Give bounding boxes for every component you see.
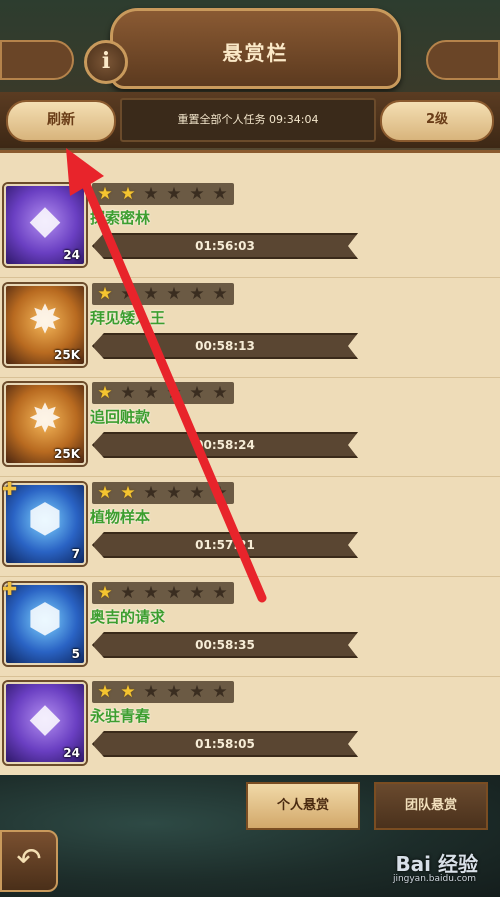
info-icon: i [101,48,111,74]
task-name: 永驻青春 [90,707,151,725]
timer-bar: 00:58:13 [92,333,358,359]
star-icon: ★ [120,184,136,204]
star-rating: ★ ★ ★ ★ ★ ★ [92,482,234,504]
star-icon: ★ [189,682,205,702]
task-time: 01:56:03 [195,239,255,253]
star-icon: ★ [189,284,205,304]
star-icon: ★ [166,682,182,702]
reward-count: 25K [54,348,80,362]
task-row[interactable]: ✚ ⬢ 5 ★ ★ ★ ★ ★ ★ 奥吉的请求 00:58:35 [0,578,500,677]
star-icon: ★ [97,184,113,204]
task-row[interactable]: ◆ 24 ★ ★ ★ ★ ★ ★ 探索密林 01:56:03 [0,179,500,278]
timer-bar: 01:56:03 [92,233,358,259]
reward-count: 5 [71,647,80,661]
task-row[interactable]: ◆ 24 ★ ★ ★ ★ ★ ★ 永驻青春 01:58:05 [0,677,500,775]
header-wing-left [0,40,74,80]
task-row[interactable]: ✸ 25K ★ ★ ★ ★ ★ ★ 追回赃款 00:58:24 [0,378,500,477]
star-icon: ★ [212,682,228,702]
star-icon: ★ [120,284,136,304]
star-icon: ★ [212,383,228,403]
tab-team-bounty[interactable]: 团队悬赏 [374,782,488,830]
star-icon: ★ [189,383,205,403]
reward-count: 24 [63,746,80,760]
refresh-button[interactable]: 刷新 [6,100,116,142]
star-rating: ★ ★ ★ ★ ★ ★ [92,382,234,404]
timer-bar: 00:58:35 [92,632,358,658]
timer-bar: 00:58:24 [92,432,358,458]
star-icon: ★ [166,483,182,503]
reward-count: 7 [71,547,80,561]
star-icon: ★ [212,583,228,603]
star-icon: ★ [143,583,159,603]
rune-stone-icon: ✚ ⬢ 7 [2,479,86,565]
star-icon: ★ [166,184,182,204]
watermark-url: jingyan.baidu.com [392,874,476,884]
star-icon: ★ [120,583,136,603]
star-icon: ★ [143,383,159,403]
star-icon: ★ [143,483,159,503]
star-rating: ★ ★ ★ ★ ★ ★ [92,183,234,205]
back-button[interactable]: ↶ [0,830,58,892]
crystal-icon: ◆ 24 [4,184,86,266]
star-icon: ★ [189,483,205,503]
star-icon: ★ [212,483,228,503]
star-icon: ★ [97,383,113,403]
star-icon: ★ [143,184,159,204]
task-time: 00:58:13 [195,339,255,353]
star-icon: ★ [97,284,113,304]
task-name: 追回赃款 [90,408,151,426]
star-rating: ★ ★ ★ ★ ★ ★ [92,582,234,604]
star-icon: ★ [97,483,113,503]
task-name: 奥吉的请求 [90,608,166,626]
level-button[interactable]: 2级 [380,100,494,142]
star-icon: ★ [120,383,136,403]
tab-personal-bounty[interactable]: 个人悬赏 [246,782,360,830]
star-icon: ★ [212,284,228,304]
watermark-brand: Bai 经验 [395,852,478,876]
reset-timer: 重置全部个人任务 09:34:04 [120,98,376,142]
title-plaque: 悬赏栏 [110,8,401,89]
task-name: 探索密林 [90,209,151,227]
task-row[interactable]: ✸ 25K ★ ★ ★ ★ ★ ★ 拜见矮人王 00:58:13 [0,279,500,378]
task-time: 00:58:35 [195,638,255,652]
star-icon: ★ [212,184,228,204]
star-icon: ★ [166,284,182,304]
rune-stone-icon: ✚ ⬢ 5 [2,579,86,665]
star-icon: ★ [120,483,136,503]
star-icon: ★ [166,583,182,603]
star-rating: ★ ★ ★ ★ ★ ★ [92,681,234,703]
task-list: ◆ 24 ★ ★ ★ ★ ★ ★ 探索密林 01:56:03 ✸ 25K ★ ★ ★ ★ ★ ★ 拜… [0,150,500,784]
star-icon: ★ [166,383,182,403]
star-icon: ★ [97,583,113,603]
task-row[interactable]: ✚ ⬢ 7 ★ ★ ★ ★ ★ ★ 植物样本 01:57:21 [0,478,500,577]
compass-icon: ✸ 25K [4,383,86,465]
task-name: 拜见矮人王 [90,309,166,327]
star-icon: ★ [143,682,159,702]
page-title: 悬赏栏 [222,41,289,65]
star-icon: ★ [120,682,136,702]
star-rating: ★ ★ ★ ★ ★ ★ [92,283,234,305]
reward-count: 24 [63,248,80,262]
task-time: 01:58:05 [195,737,255,751]
task-time: 01:57:21 [195,538,255,552]
star-icon: ★ [97,682,113,702]
header-wing-right [426,40,500,80]
star-icon: ★ [189,184,205,204]
reward-count: 25K [54,447,80,461]
task-name: 植物样本 [90,508,151,526]
timer-bar: 01:58:05 [92,731,358,757]
compass-icon: ✸ 25K [4,284,86,366]
back-arrow-icon: ↶ [16,842,42,877]
star-icon: ★ [143,284,159,304]
star-icon: ★ [189,583,205,603]
info-button[interactable]: i [84,40,128,84]
timer-bar: 01:57:21 [92,532,358,558]
crystal-icon: ◆ 24 [4,682,86,764]
task-time: 00:58:24 [195,438,255,452]
